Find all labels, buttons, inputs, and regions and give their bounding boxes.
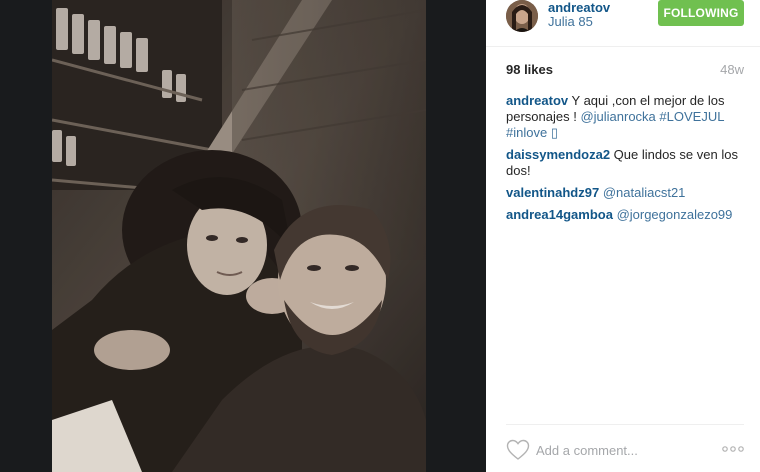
comment-username[interactable]: valentinahdz97	[506, 185, 599, 200]
modal-backdrop-left[interactable]	[0, 0, 52, 472]
post-location[interactable]: Julia 85	[548, 14, 593, 29]
comment-bar	[506, 436, 744, 466]
avatar[interactable]	[506, 0, 538, 32]
comment-item: andreatov Y aqui ,con el mejor de los pe…	[506, 93, 744, 141]
comment-item: daissymendoza2 Que lindos se ven los dos…	[506, 147, 744, 179]
comment-item: andrea14gamboa @jorgegonzalezo99	[506, 207, 744, 223]
post-header: andreatov Julia 85 FOLLOWING	[486, 0, 760, 47]
following-button[interactable]: FOLLOWING	[658, 0, 744, 26]
emoji-glyph: ▯	[550, 125, 558, 140]
post-age[interactable]: 48w	[720, 62, 744, 77]
likes-count[interactable]: 98 likes	[506, 62, 553, 77]
post-photo[interactable]	[52, 0, 426, 472]
ellipsis-icon[interactable]	[722, 444, 744, 454]
comment-link[interactable]: @jorgegonzalezo99	[617, 207, 733, 222]
comments-list: andreatov Y aqui ,con el mejor de los pe…	[506, 93, 744, 229]
avatar-image	[506, 0, 538, 32]
comment-link[interactable]: @julianrocka	[580, 109, 655, 124]
post-author-username[interactable]: andreatov	[548, 0, 610, 15]
add-comment-input[interactable]	[536, 439, 696, 461]
comment-link[interactable]: #LOVEJUL	[659, 109, 724, 124]
comment-item: valentinahdz97 @nataliacst21	[506, 185, 744, 201]
post-stats: 98 likes 48w	[506, 62, 744, 78]
comment-username[interactable]: andreatov	[506, 93, 568, 108]
comment-link[interactable]: @nataliacst21	[603, 185, 686, 200]
heart-outline-icon[interactable]	[506, 439, 530, 461]
divider	[506, 424, 744, 425]
comment-link[interactable]: #inlove	[506, 125, 547, 140]
modal-backdrop-right[interactable]	[426, 0, 486, 472]
photo-image	[52, 0, 426, 472]
post-details-panel: andreatov Julia 85 FOLLOWING 98 likes 48…	[486, 0, 760, 472]
comment-username[interactable]: andrea14gamboa	[506, 207, 613, 222]
comment-username[interactable]: daissymendoza2	[506, 147, 610, 162]
